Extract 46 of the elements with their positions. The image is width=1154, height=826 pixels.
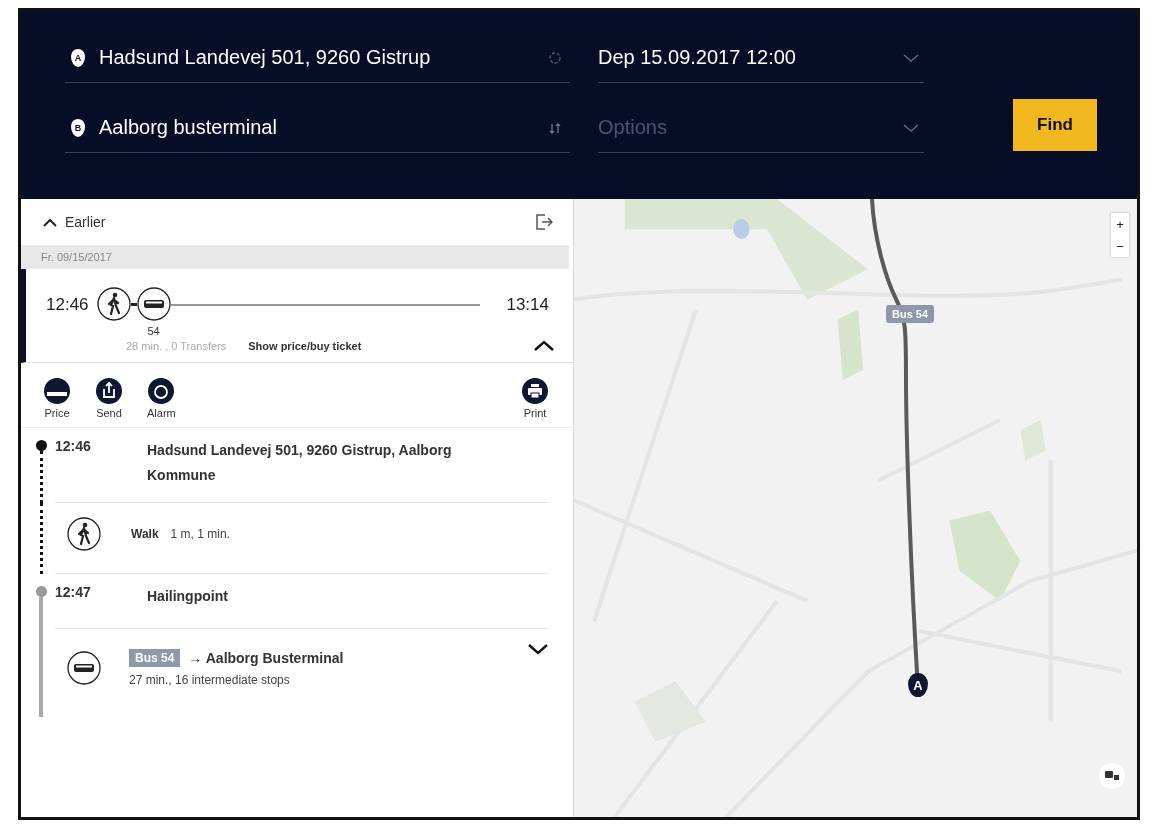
export-icon[interactable] bbox=[535, 214, 553, 230]
walk-icon bbox=[67, 517, 101, 552]
stop-name: Hadsund Landevej 501, 9260 Gistrup, Aalborg Kommune bbox=[147, 441, 453, 486]
options-field[interactable]: Options bbox=[598, 116, 888, 139]
pin-icon: B bbox=[71, 118, 85, 137]
printer-icon bbox=[521, 377, 549, 405]
trip-summary: 28 min. , 0 Transfers bbox=[126, 339, 227, 352]
walk-icon bbox=[96, 287, 131, 321]
leg-destination: → Aalborg Busterminal bbox=[188, 649, 344, 666]
earlier-button[interactable]: Earlier bbox=[43, 214, 106, 230]
date-header: Fr. 09/15/2017 bbox=[21, 245, 569, 269]
ticket-link[interactable]: Show price/buy ticket bbox=[248, 339, 362, 352]
chevron-down-icon bbox=[902, 122, 920, 133]
stop-name: Hailingpoint bbox=[147, 587, 229, 607]
chevron-up-icon bbox=[43, 217, 57, 227]
share-icon bbox=[95, 377, 123, 405]
origin-field[interactable]: A Hadsund Landevej 501, 9260 Gistrup bbox=[65, 33, 570, 83]
leg-mode: Walk bbox=[131, 527, 159, 542]
zoom-in-button[interactable]: + bbox=[1111, 213, 1129, 235]
leg-detail: 27 min., 16 intermediate stops bbox=[129, 672, 291, 687]
start-time: 12:46 bbox=[46, 295, 89, 315]
pin-icon: A bbox=[71, 48, 85, 67]
chevron-down-icon bbox=[902, 52, 920, 63]
departure-field[interactable]: Dep 15.09.2017 12:00 bbox=[598, 33, 924, 83]
destination-value: Aalborg busterminal bbox=[99, 116, 278, 139]
line-number: 54 bbox=[147, 325, 160, 337]
leg-detail: 1 m, 1 min. bbox=[170, 527, 230, 542]
print-button[interactable]: Print bbox=[521, 377, 549, 419]
origin-value: Hadsund Landevej 501, 9260 Gistrup bbox=[99, 46, 432, 69]
stop-time: 12:46 bbox=[55, 438, 92, 454]
chevron-up-icon[interactable] bbox=[533, 339, 555, 352]
chevron-down-icon[interactable] bbox=[527, 642, 549, 656]
destination-field[interactable]: B Aalborg busterminal bbox=[65, 103, 570, 153]
locate-icon[interactable] bbox=[548, 50, 562, 65]
zoom-out-button[interactable]: − bbox=[1111, 235, 1129, 257]
stop-dot bbox=[35, 586, 47, 598]
trip-card[interactable]: 12:46 54 13:14 28 min. , 0 Transfers Show price/buy ticket bbox=[21, 269, 573, 363]
find-button[interactable]: Find bbox=[1013, 99, 1097, 151]
departure-value: Dep 15.09.2017 12:00 bbox=[598, 46, 797, 69]
price-button[interactable]: Price bbox=[43, 377, 71, 419]
alarm-button[interactable]: Alarm bbox=[147, 377, 176, 419]
line-badge: Bus 54 bbox=[129, 648, 181, 667]
stop-time: 12:47 bbox=[55, 584, 92, 601]
end-time: 13:14 bbox=[506, 295, 549, 315]
route-label: Bus 54 bbox=[886, 305, 935, 323]
send-button[interactable]: Send bbox=[95, 377, 123, 419]
